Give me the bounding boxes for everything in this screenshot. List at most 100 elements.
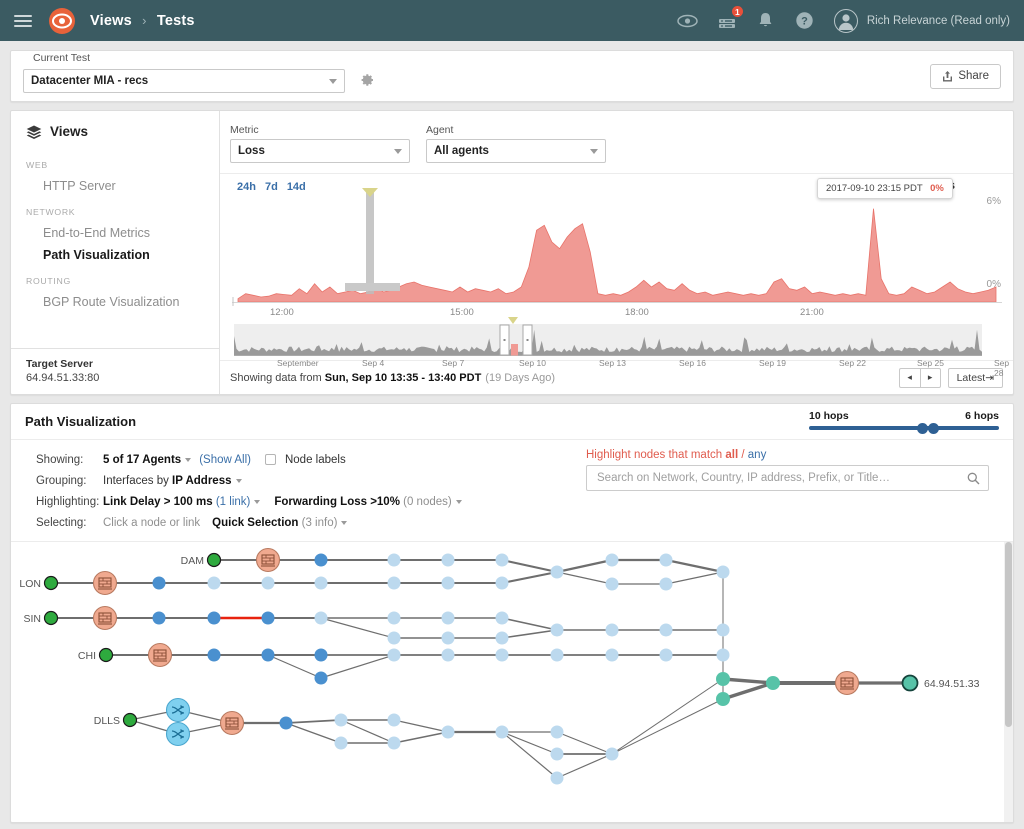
path-link — [556, 753, 613, 779]
path-node — [766, 676, 780, 690]
x-tick-3: 21:00 — [800, 307, 824, 318]
bell-icon[interactable] — [751, 6, 781, 36]
highlight-search-area: Highlight nodes that match all / any — [586, 449, 1013, 533]
gear-icon[interactable] — [359, 72, 375, 91]
chevron-down-icon — [329, 78, 337, 84]
path-node — [261, 611, 275, 625]
path-node — [92, 605, 118, 631]
chart-selection-band[interactable] — [345, 283, 400, 291]
path-node — [207, 648, 221, 662]
path-link — [393, 719, 449, 733]
sidebar-header: Views — [11, 111, 219, 150]
sidebar-item-path-visualization[interactable]: Path Visualization — [11, 244, 219, 266]
path-node — [314, 576, 328, 590]
help-icon[interactable]: ? — [790, 6, 820, 36]
chevron-down-icon[interactable] — [455, 499, 462, 504]
path-node — [387, 553, 401, 567]
hops-slider[interactable]: 10 hops 6 hops — [809, 410, 999, 434]
chart-time-cursor[interactable] — [366, 192, 374, 294]
highlight-link-delay[interactable]: Link Delay > 100 ms — [103, 496, 213, 508]
quick-selection-value[interactable]: Quick Selection — [212, 517, 298, 529]
path-node — [122, 712, 138, 728]
chevron-down-icon[interactable] — [235, 478, 242, 483]
mini-tick-7: Sep 22 — [839, 358, 866, 368]
chevron-down-icon[interactable] — [341, 520, 348, 525]
eye-icon[interactable] — [673, 6, 703, 36]
search-input[interactable] — [595, 471, 967, 485]
path-node — [279, 716, 293, 730]
x-tick-0: 12:00 — [270, 307, 294, 318]
current-test-label: Current Test — [33, 52, 90, 64]
mini-tick-6: Sep 19 — [759, 358, 786, 368]
path-link — [665, 571, 724, 585]
hops-right-label: 6 hops — [965, 410, 999, 422]
timeline-minimap[interactable] — [234, 324, 982, 356]
node-labels-label: Node labels — [284, 453, 346, 466]
metric-select[interactable]: Loss — [230, 139, 410, 163]
highlight-forwarding-loss-count: (0 nodes) — [403, 495, 452, 508]
sidebar-item-end-to-end-metrics[interactable]: End-to-End Metrics — [11, 222, 219, 244]
showing-data-prefix: Showing data from — [230, 371, 322, 384]
grouping-value[interactable]: IP Address — [172, 475, 231, 487]
path-link — [556, 731, 613, 755]
metric-label: Metric — [230, 124, 259, 136]
thousandeyes-eye-logo[interactable] — [48, 7, 76, 35]
path-link — [340, 719, 395, 744]
highlighting-row: Highlighting: Link Delay > 100 ms (1 lin… — [36, 491, 586, 512]
path-node — [219, 710, 245, 736]
hops-labels: 10 hops 6 hops — [809, 410, 999, 422]
chevron-down-icon[interactable] — [185, 457, 192, 462]
mini-tick-9: Sep 28 — [994, 358, 1010, 378]
grouping-key: Grouping: — [36, 474, 87, 487]
agent-select[interactable]: All agents — [426, 139, 606, 163]
sidebar-item-bgp-route-visualization[interactable]: BGP Route Visualization — [11, 291, 219, 313]
breadcrumb-tests[interactable]: Tests — [157, 13, 195, 29]
path-node — [43, 610, 59, 626]
sidebar-item-http-server[interactable]: HTTP Server — [11, 175, 219, 197]
hops-slider-knob-left[interactable] — [917, 422, 928, 434]
path-link — [267, 654, 322, 679]
chevron-down-icon[interactable] — [254, 499, 261, 504]
chart-cursor-handle-icon[interactable] — [362, 188, 378, 197]
path-node — [261, 576, 275, 590]
path-visualization-controls: Showing: 5 of 17 Agents (Show All) Node … — [11, 439, 1013, 541]
highlight-forwarding-loss[interactable]: Forwarding Loss >10% — [274, 496, 400, 508]
server-icon[interactable]: 1 — [712, 4, 744, 36]
minimap-brush-handle-icon[interactable] — [508, 317, 518, 324]
showing-value[interactable]: 5 of 17 Agents — [103, 454, 181, 466]
target-server-label: Target Server — [26, 358, 93, 370]
node-labels-checkbox[interactable] — [264, 454, 276, 465]
search-icon[interactable] — [967, 472, 980, 485]
highlight-match-any[interactable]: any — [748, 449, 767, 461]
highlight-match-all[interactable]: all — [725, 449, 738, 461]
current-test-select[interactable]: Datacenter MIA - recs — [23, 69, 345, 93]
show-all-link[interactable]: (Show All) — [199, 454, 251, 466]
breadcrumb-views[interactable]: Views — [90, 13, 132, 29]
selecting-row: Selecting: Click a node or link Quick Se… — [36, 512, 586, 533]
x-tick-2: 18:00 — [625, 307, 649, 318]
path-node — [659, 623, 673, 637]
hamburger-menu-icon[interactable] — [14, 12, 32, 30]
graph-scrollbar[interactable] — [1004, 542, 1013, 822]
highlight-link-delay-count[interactable]: (1 link) — [216, 496, 251, 508]
graph-scrollbar-thumb[interactable] — [1005, 542, 1012, 727]
user-avatar-icon[interactable] — [833, 8, 858, 33]
agent-label-sin: SIN — [23, 613, 41, 625]
hops-slider-track[interactable] — [809, 422, 999, 434]
path-node — [152, 576, 166, 590]
path-graph-canvas[interactable]: DAM LON SIN CHI DLLS 64.94.51.33 — [11, 541, 1013, 822]
share-button[interactable]: Share — [930, 63, 1001, 89]
range-tab-24h[interactable]: 24h — [237, 181, 256, 193]
range-tab-14d[interactable]: 14d — [287, 181, 306, 193]
hops-slider-knob-right[interactable] — [928, 422, 939, 434]
highlight-search-box[interactable] — [586, 465, 989, 491]
chevron-down-icon — [590, 148, 598, 154]
pager-prev-button[interactable]: ◂ — [898, 367, 920, 388]
range-tab-7d[interactable]: 7d — [265, 181, 278, 193]
layers-icon — [26, 125, 42, 139]
path-link — [722, 677, 774, 685]
path-graph-svg[interactable]: DAM LON SIN CHI DLLS 64.94.51.33 — [11, 542, 1013, 822]
pager-next-button[interactable]: ▸ — [919, 367, 941, 388]
sidebar-group-label-routing: ROUTING — [26, 276, 71, 286]
path-node — [605, 577, 619, 591]
